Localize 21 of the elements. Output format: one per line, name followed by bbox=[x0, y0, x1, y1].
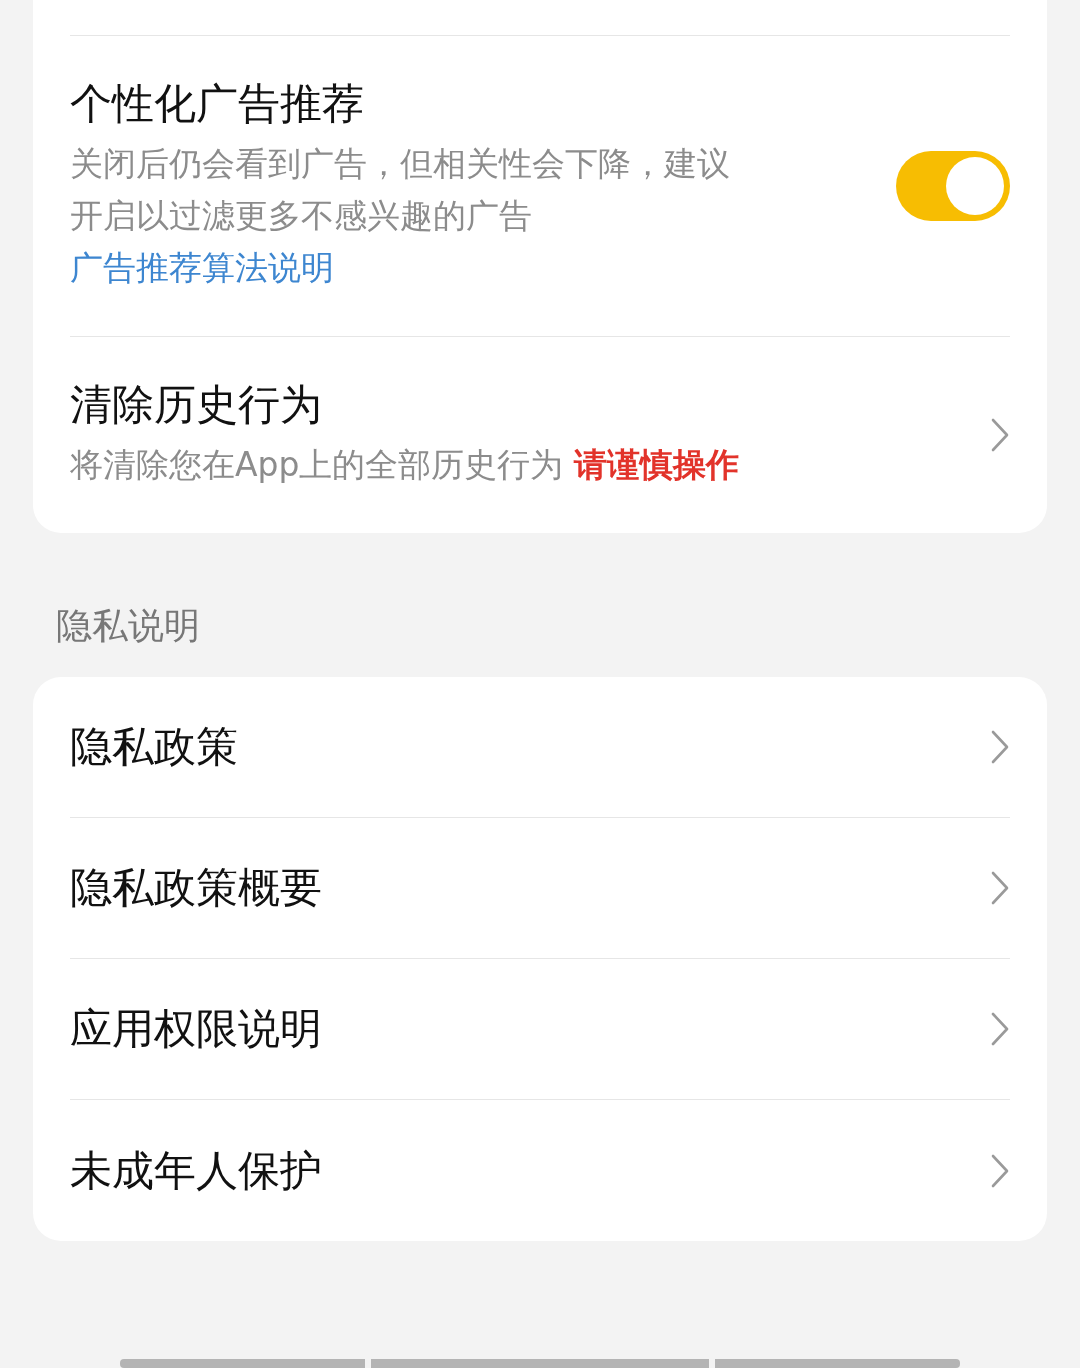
chevron-right-icon bbox=[990, 1011, 1010, 1047]
settings-row[interactable]: 隐私政策概要 bbox=[70, 818, 1010, 959]
setting-description: 将清除您在App上的全部历史行为 请谨慎操作 bbox=[70, 444, 740, 486]
section-label: 隐私说明 bbox=[56, 605, 200, 646]
settings-row[interactable]: 清除历史行为 将清除您在App上的全部历史行为 请谨慎操作 bbox=[70, 337, 1010, 533]
chevron-right-icon bbox=[990, 870, 1010, 906]
warning-text: 请谨慎操作 bbox=[573, 445, 739, 484]
link[interactable]: 广告推荐算法说明 bbox=[70, 248, 334, 287]
setting-title: 隐私政策概要 bbox=[70, 862, 323, 914]
setting-title: 未成年人保护 bbox=[70, 1144, 323, 1197]
setting-description: 关闭后仍会看到广告，但相关性会下降，建议开启以过滤更多不感兴趣的广告 广告推荐算法说明 bbox=[70, 143, 731, 289]
chevron-right-icon bbox=[990, 1152, 1010, 1189]
setting-title: 隐私政策 bbox=[70, 721, 239, 773]
chevron-right-icon bbox=[990, 417, 1010, 453]
settings-row[interactable]: 隐私政策 bbox=[70, 677, 1010, 818]
settings-row[interactable]: 应用权限说明 bbox=[70, 959, 1010, 1100]
chevron-right-icon bbox=[990, 729, 1010, 765]
setting-title: 清除历史行为 bbox=[70, 379, 323, 431]
settings-row[interactable]: 未成年人保护 bbox=[70, 1100, 1010, 1241]
setting-title: 个性化广告推荐 bbox=[70, 78, 365, 130]
setting-title: 应用权限说明 bbox=[70, 1003, 323, 1055]
